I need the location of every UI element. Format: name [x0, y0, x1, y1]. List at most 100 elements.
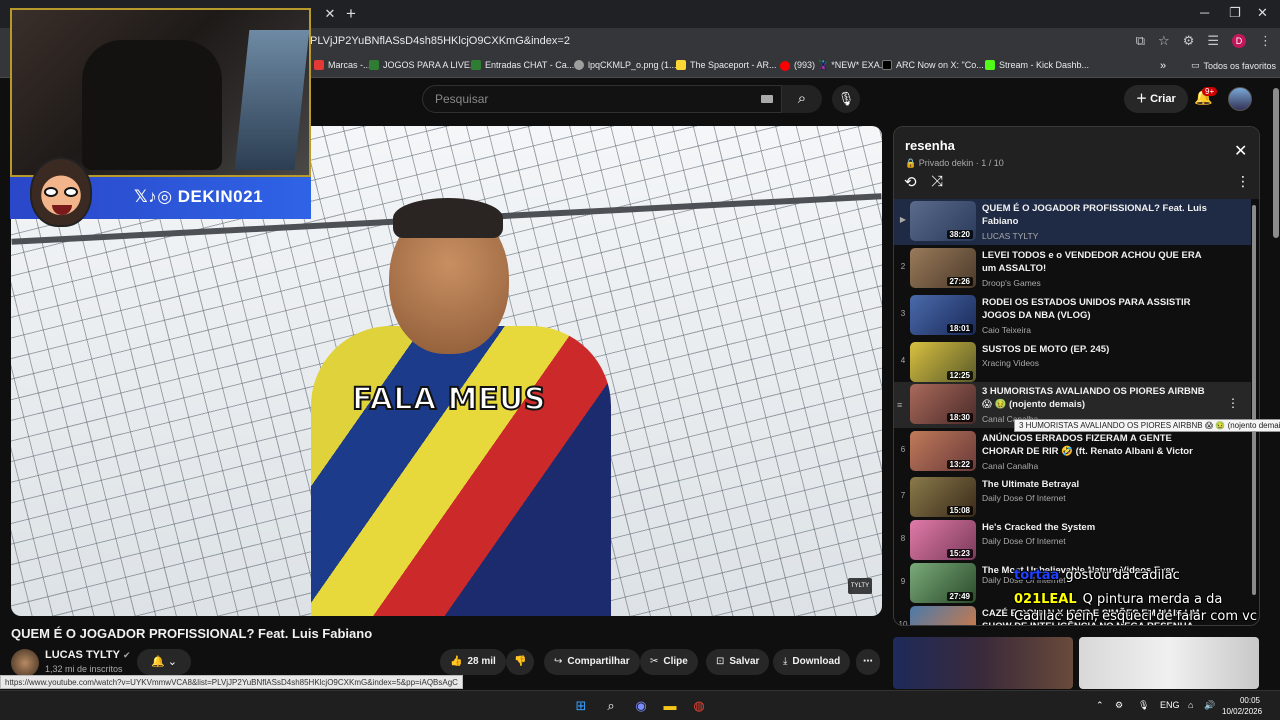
playlist-item[interactable]: ▶ 38:20 QUEM É O JOGADOR PROFISSIONAL? F… [894, 199, 1251, 245]
maximize-icon[interactable]: ❐ [1229, 5, 1241, 21]
bookmark-item[interactable]: ARC Now on X: "Co... [882, 60, 984, 70]
playlist-item[interactable]: 8 15:23 He's Cracked the System Daily Do… [894, 518, 1251, 564]
create-button[interactable]: ＋ Criar [1124, 85, 1188, 113]
video-thumbnail[interactable]: 15:08 [910, 477, 976, 517]
bookmark-star-icon[interactable]: ☆ [1158, 33, 1170, 49]
playlist-item-title[interactable]: RODEI OS ESTADOS UNIDOS PARA ASSISTIR JO… [982, 296, 1214, 322]
close-icon[interactable]: ✕ [1234, 141, 1247, 161]
playlist-panel: resenha 🔒 Privado dekin · 1 / 10 ✕ ⟲ ⤨ ⋮… [893, 126, 1260, 626]
bookmark-item[interactable]: lpqCKMLP_o.png (1... [574, 60, 677, 70]
playlist-index: 9 [900, 577, 906, 586]
window-close-icon[interactable]: ✕ [1257, 5, 1268, 21]
tray-app-icon[interactable]: ⚙ [1115, 700, 1123, 711]
network-icon[interactable]: ⌂ [1188, 700, 1193, 710]
playlist-item[interactable]: 3 18:01 RODEI OS ESTADOS UNIDOS PARA ASS… [894, 293, 1251, 339]
video-thumbnail[interactable]: 12:25 [910, 342, 976, 382]
playlist-title[interactable]: resenha [905, 138, 955, 153]
share-label: Compartilhar [567, 656, 630, 667]
webcam-overlay [10, 8, 311, 177]
clip-button[interactable]: ✂ Clipe [640, 649, 698, 675]
notifications-toggle-button[interactable]: 🔔 ⌄ [137, 649, 191, 675]
playlist-scrollbar-thumb[interactable] [1252, 205, 1256, 595]
playlist-item[interactable]: 7 15:08 The Ultimate Betrayal Daily Dose… [894, 475, 1251, 521]
url-text[interactable]: PLVjJP2YuBNflASsD4sh85HKlcjO9CXKmG&index… [310, 35, 570, 47]
playlist-item-title[interactable]: 3 HUMORISTAS AVALIANDO OS PIORES AIRBNB … [982, 385, 1214, 411]
playlist-item-title[interactable]: He's Cracked the System [982, 521, 1214, 534]
playlist-item[interactable]: 4 12:25 SUSTOS DE MOTO (EP. 245) Xracing… [894, 340, 1251, 386]
extensions-icon[interactable]: ⚙ [1183, 33, 1195, 49]
chat-username: 021LEAL [1014, 592, 1077, 607]
drag-handle-icon[interactable]: ≡ [897, 400, 902, 410]
save-button[interactable]: ⊡ Salvar [706, 649, 770, 675]
bookmark-item[interactable]: JOGOS PARA A LIVE... [369, 60, 477, 70]
playlist-menu-icon[interactable]: ⋮ [1236, 173, 1250, 190]
playlist-item-title[interactable]: QUEM É O JOGADOR PROFISSIONAL? Feat. Lui… [982, 202, 1214, 228]
windows-start-icon[interactable]: ⊞ [572, 697, 590, 715]
keyboard-icon[interactable] [761, 95, 773, 103]
video-thumbnail[interactable]: 27:26 [910, 248, 976, 288]
ad-thumbnail[interactable] [893, 637, 1073, 689]
search-icon[interactable]: ⌕ [782, 85, 822, 113]
discord-icon[interactable]: ◉ [632, 697, 650, 715]
search-icon[interactable]: ⌕ [602, 697, 620, 715]
video-thumbnail[interactable]: 13:22 [910, 431, 976, 471]
bookmark-item[interactable]: The Spaceport - AR... [676, 60, 777, 70]
tab-close-icon[interactable]: ✕ [322, 6, 338, 22]
microphone-tray-icon[interactable]: 🎙 [1138, 700, 1149, 711]
account-avatar[interactable] [1228, 87, 1252, 111]
playlist-item[interactable]: 6 13:22 ANÚNCIOS ERRADOS FIZERAM A GENTE… [894, 429, 1251, 475]
file-explorer-icon[interactable]: ▬ [661, 697, 679, 715]
minimize-icon[interactable]: ─ [1200, 5, 1209, 20]
page-scrollbar-thumb[interactable] [1273, 88, 1279, 238]
bookmark-icon: ⊡ [716, 656, 725, 667]
playlist-item-title[interactable]: ANÚNCIOS ERRADOS FIZERAM A GENTE CHORAR … [982, 432, 1214, 458]
video-thumbnail[interactable] [910, 606, 976, 625]
share-button[interactable]: ↪ Compartilhar [544, 649, 640, 675]
playlist-item[interactable]: 2 27:26 LEVEI TODOS e o VENDEDOR ACHOU Q… [894, 246, 1251, 292]
video-thumbnail[interactable]: 38:20 [910, 201, 976, 241]
playlist-item-title[interactable]: The Ultimate Betrayal [982, 478, 1214, 491]
item-menu-icon[interactable]: ⋮ [1227, 396, 1239, 410]
person-hair [393, 198, 503, 238]
playlist-item-channel: Xracing Videos [982, 358, 1040, 368]
cast-icon[interactable]: ⧉ [1136, 33, 1145, 49]
loop-icon[interactable]: ⟲ [904, 173, 917, 191]
video-thumbnail[interactable]: 18:30 [910, 384, 976, 424]
download-icon: ⤓ [783, 656, 788, 667]
chrome-menu-icon[interactable]: ⋮ [1259, 33, 1272, 49]
like-button[interactable]: 👍 28 mil [440, 649, 506, 675]
volume-icon[interactable]: 🔊 [1204, 700, 1215, 711]
playlist-item-channel: Caio Teixeira [982, 325, 1031, 335]
profile-avatar[interactable]: D [1232, 34, 1246, 48]
playlist-item-title[interactable]: LEVEI TODOS e o VENDEDOR ACHOU QUE ERA u… [982, 249, 1214, 275]
chrome-icon[interactable]: ◍ [690, 697, 708, 715]
shuffle-icon[interactable]: ⤨ [931, 173, 943, 190]
reading-list-icon[interactable]: ☰ [1207, 33, 1219, 49]
download-button[interactable]: ⤓ Download [773, 649, 851, 675]
video-thumbnail[interactable]: 15:23 [910, 520, 976, 560]
playlist-item-title[interactable]: SUSTOS DE MOTO (EP. 245) [982, 343, 1214, 356]
bookmark-favicon [882, 60, 892, 70]
more-actions-button[interactable]: ⋯ [856, 649, 880, 675]
bookmark-label: Marcas -... [328, 60, 371, 70]
all-bookmarks-folder[interactable]: ▭ Todos os favoritos [1191, 60, 1276, 71]
new-tab-icon[interactable]: + [346, 4, 356, 24]
video-thumbnail[interactable]: 27:49 [910, 563, 976, 603]
bookmark-item[interactable]: Marcas -... [314, 60, 371, 70]
bookmark-item[interactable]: (993) 🦹 *NEW* EXA... [780, 60, 887, 71]
bookmark-item[interactable]: Entradas CHAT - Ca... [471, 60, 574, 70]
tray-overflow-icon[interactable]: ⌃ [1096, 700, 1104, 711]
language-indicator[interactable]: ENG [1160, 700, 1180, 710]
system-clock[interactable]: 00:05 10/02/2026 [1222, 695, 1262, 717]
bookmarks-overflow-icon[interactable]: » [1160, 60, 1166, 72]
chat-message: Cadilac bein, esqueci de falar com vc [1014, 609, 1257, 624]
channel-avatar[interactable] [11, 649, 39, 677]
video-thumbnail[interactable]: 18:01 [910, 295, 976, 335]
bookmark-item[interactable]: Stream - Kick Dashb... [985, 60, 1089, 70]
ad-thumbnail[interactable] [1079, 637, 1259, 689]
channel-name[interactable]: LUCAS TYLTY ✔ [45, 649, 131, 661]
microphone-icon[interactable]: 🎙 [832, 85, 860, 113]
dislike-button[interactable]: 👎 [506, 649, 535, 675]
bookmark-favicon [471, 60, 481, 70]
search-input[interactable]: Pesquisar [422, 85, 782, 113]
